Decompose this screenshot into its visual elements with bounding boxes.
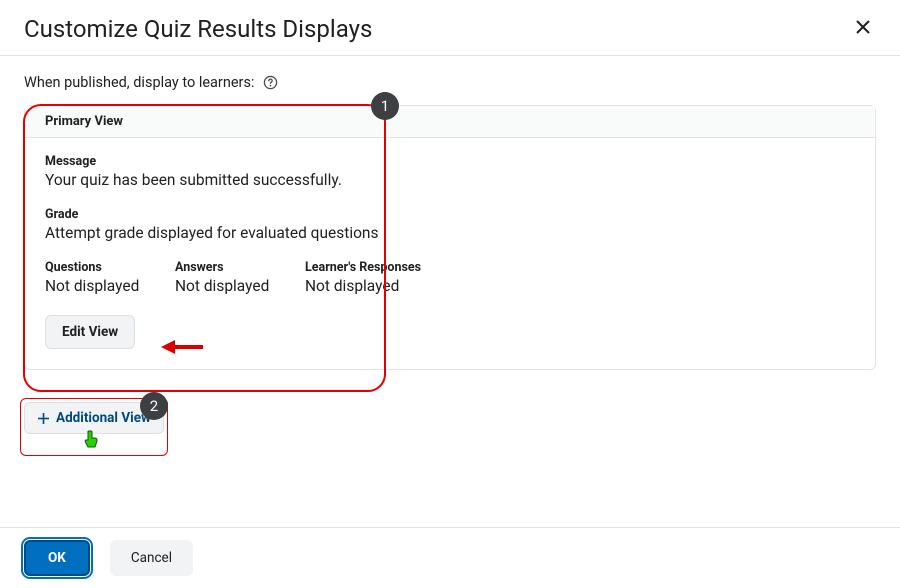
primary-view-body: Message Your quiz has been submitted suc… xyxy=(25,138,875,369)
close-icon xyxy=(854,18,872,36)
dialog-footer: OK Cancel xyxy=(0,527,900,588)
intro-row: When published, display to learners: xyxy=(24,74,876,91)
responses-label: Learner's Responses xyxy=(305,260,421,275)
ok-button[interactable]: OK xyxy=(24,540,90,576)
message-label: Message xyxy=(45,154,855,169)
cancel-button[interactable]: Cancel xyxy=(110,540,193,576)
grade-value: Attempt grade displayed for evaluated qu… xyxy=(45,224,855,242)
intro-text: When published, display to learners: xyxy=(24,74,254,91)
help-icon[interactable] xyxy=(262,75,278,91)
dialog-title: Customize Quiz Results Displays xyxy=(24,15,372,43)
additional-view-button[interactable]: Additional View xyxy=(24,402,164,434)
additional-view-wrap: 2 Additional View xyxy=(24,402,164,434)
grade-label: Grade xyxy=(45,207,855,222)
additional-view-label: Additional View xyxy=(56,410,151,426)
answers-col: Answers Not displayed xyxy=(175,260,275,295)
responses-value: Not displayed xyxy=(305,277,421,295)
questions-label: Questions xyxy=(45,260,145,275)
primary-view-card: 1 Primary View Message Your quiz has bee… xyxy=(24,105,876,370)
message-value: Your quiz has been submitted successfull… xyxy=(45,171,855,189)
display-columns: Questions Not displayed Answers Not disp… xyxy=(45,260,855,295)
questions-value: Not displayed xyxy=(45,277,145,295)
answers-value: Not displayed xyxy=(175,277,275,295)
message-block: Message Your quiz has been submitted suc… xyxy=(45,154,855,189)
dialog-body: When published, display to learners: 1 P… xyxy=(0,56,900,434)
plus-icon xyxy=(37,412,50,425)
questions-col: Questions Not displayed xyxy=(45,260,145,295)
annotation-arrow xyxy=(161,338,205,360)
edit-view-button[interactable]: Edit View xyxy=(45,315,135,349)
answers-label: Answers xyxy=(175,260,275,275)
close-button[interactable] xyxy=(850,14,876,43)
grade-block: Grade Attempt grade displayed for evalua… xyxy=(45,207,855,242)
responses-col: Learner's Responses Not displayed xyxy=(305,260,421,295)
dialog-header: Customize Quiz Results Displays xyxy=(0,0,900,55)
primary-view-header: Primary View xyxy=(25,106,875,138)
